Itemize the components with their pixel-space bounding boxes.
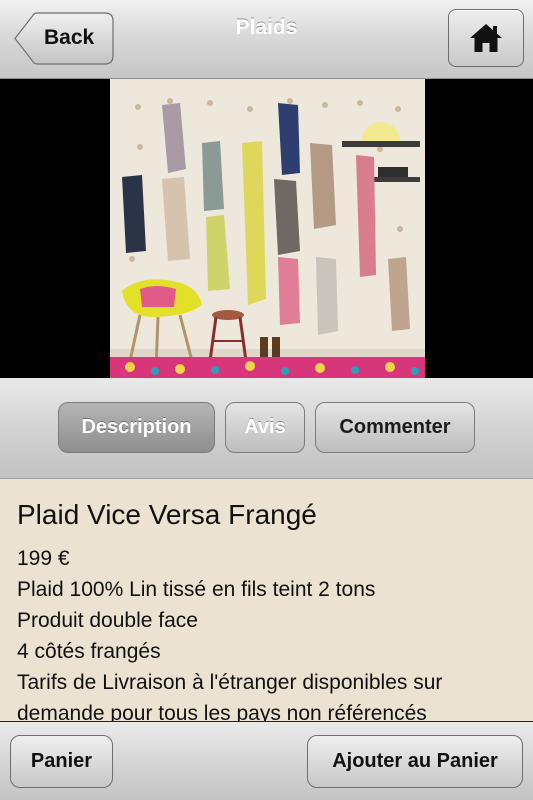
bottom-toolbar: Panier Ajouter au Panier xyxy=(0,722,533,800)
product-description: Plaid Vice Versa Frangé 199 € Plaid 100%… xyxy=(0,479,533,722)
navigation-bar: Back Plaids xyxy=(0,0,533,79)
home-button[interactable] xyxy=(448,9,524,67)
product-details: 199 € Plaid 100% Lin tissé en fils teint… xyxy=(17,543,442,722)
product-detail-line: 4 côtés frangés xyxy=(17,640,161,663)
product-detail-line: Tarifs de Livraison à l'étranger disponi… xyxy=(17,671,443,694)
product-image-area xyxy=(0,79,533,378)
product-photo[interactable] xyxy=(110,79,425,378)
product-photo-illustration xyxy=(110,79,425,378)
product-detail-line: demande pour tous les pays non référencé… xyxy=(17,702,427,722)
add-to-cart-button[interactable]: Ajouter au Panier xyxy=(307,735,523,788)
tab-bar: Description Avis Commenter xyxy=(0,378,533,479)
product-title: Plaid Vice Versa Frangé xyxy=(17,499,317,530)
product-price: 199 € xyxy=(17,547,70,570)
product-detail-line: Produit double face xyxy=(17,609,198,632)
product-detail-line: Plaid 100% Lin tissé en fils teint 2 ton… xyxy=(17,578,376,601)
tab-commenter[interactable]: Commenter xyxy=(315,402,475,453)
cart-button[interactable]: Panier xyxy=(10,735,113,788)
home-icon xyxy=(470,24,502,52)
tab-description[interactable]: Description xyxy=(58,402,215,453)
tab-avis[interactable]: Avis xyxy=(225,402,305,453)
